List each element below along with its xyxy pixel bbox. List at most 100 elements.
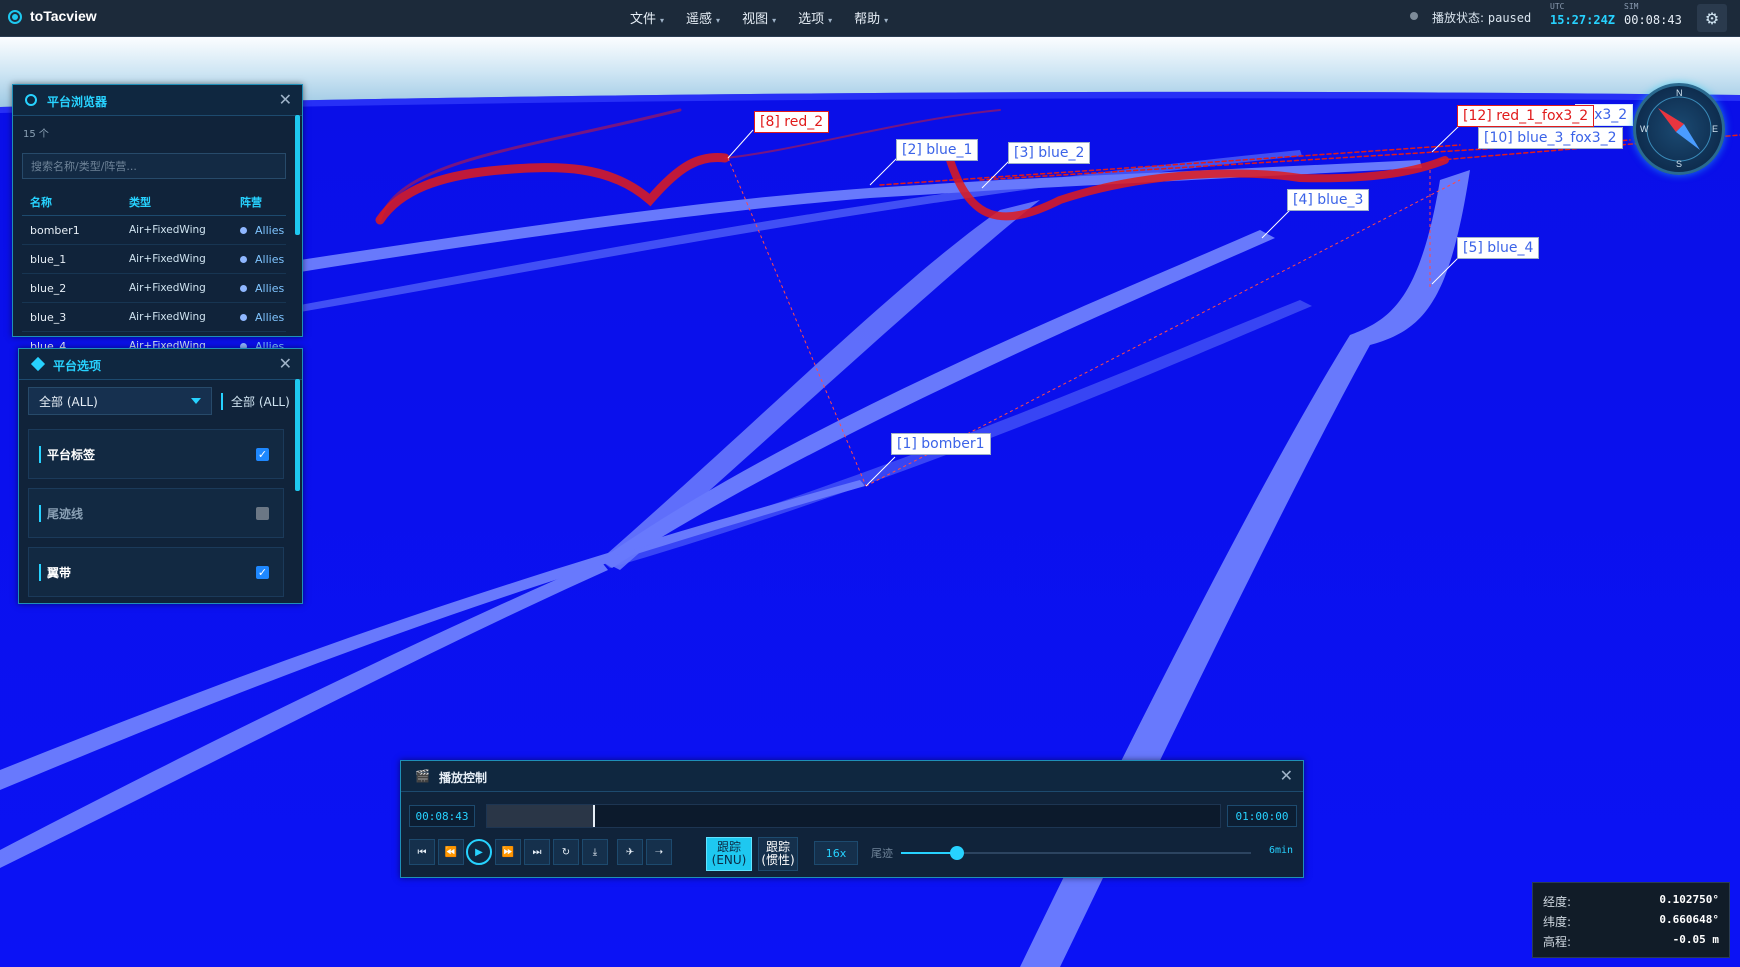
chevron-down-icon: ▾ [660, 16, 665, 25]
table-row[interactable]: bomber1 Air+FixedWing Allies [22, 215, 286, 245]
chevron-down-icon: ▾ [716, 16, 721, 25]
playback-status-value: paused [1487, 11, 1532, 25]
column-faction[interactable]: 阵营 [232, 189, 286, 216]
menu-file-label: 文件 [630, 12, 657, 27]
longitude-row: 经度: 0.102750° [1543, 893, 1719, 910]
status-dot-icon [1410, 12, 1418, 20]
row-faction-label: Allies [255, 252, 285, 266]
table-row[interactable]: blue_1 Air+FixedWing Allies [22, 244, 286, 274]
chevron-down-icon: ▾ [884, 16, 889, 25]
faction-select[interactable]: 全部 (ALL) [28, 387, 212, 415]
playback-status: 播放状态: paused [1432, 9, 1531, 26]
current-time: 00:08:43 [409, 805, 475, 827]
option-label: 尾迹线 [39, 505, 83, 522]
option-trail-lines[interactable]: 尾迹线 [28, 488, 284, 538]
playback-title: 播放控制 [439, 771, 488, 785]
platform-options-header[interactable]: 平台选项 ✕ [19, 349, 302, 380]
tag-blue-1[interactable]: [2] blue_1 [896, 139, 979, 161]
playback-status-label: 播放状态: [1432, 11, 1485, 25]
menu-options[interactable]: 选项 ▾ [798, 8, 832, 27]
checkbox-unchecked[interactable] [256, 507, 269, 520]
app-logo-icon [8, 10, 22, 24]
column-type[interactable]: 类型 [121, 189, 232, 216]
compass[interactable]: N S E W [1633, 83, 1725, 175]
top-bar: toTacview 文件 ▾ 遥感 ▾ 视图 ▾ 选项 ▾ 帮助 ▾ 播放状态: paus… [0, 0, 1740, 37]
speed-button[interactable]: 16x [814, 841, 858, 865]
options-scrollbar[interactable] [295, 379, 300, 491]
aircraft-icon: ✈ [625, 846, 635, 858]
compass-w: W [1640, 124, 1649, 134]
menu-help[interactable]: 帮助 ▾ [854, 8, 888, 27]
altitude-row: 高程: -0.05 m [1543, 933, 1719, 950]
playback-panel: 🎬 播放控制 ✕ 00:08:43 01:00:00 ⏮ ⏪ ▶ ⏩ ⏭ ↻ ⤓… [400, 760, 1304, 878]
faction-select-value: 全部 (ALL) [39, 394, 98, 409]
row-name: blue_3 [22, 302, 121, 332]
tag-bomber1[interactable]: [1] bomber1 [891, 433, 991, 455]
tag-red-2[interactable]: [8] red_2 [754, 111, 830, 133]
menu-file[interactable]: 文件 ▾ [630, 8, 664, 27]
loop-button[interactable]: ↻ [553, 839, 579, 865]
skip-end-button[interactable]: ⏭ [524, 839, 550, 865]
trail-slider-knob[interactable] [950, 846, 964, 860]
row-type: Air+FixedWing [121, 302, 232, 332]
view-aircraft-button[interactable]: ✈ [617, 839, 643, 865]
download-button[interactable]: ⤓ [582, 839, 608, 865]
table-header-row: 名称 类型 阵营 [22, 189, 286, 216]
checkbox-checked[interactable]: ✓ [256, 448, 269, 461]
platform-browser-panel: 平台浏览器 ✕ 15 个 名称 类型 阵营 bomber1Air+FixedWi… [12, 84, 303, 361]
row-name: blue_1 [22, 244, 121, 274]
table-row[interactable]: blue_3 Air+FixedWing Allies [22, 302, 286, 332]
row-faction-label: Allies [255, 281, 285, 295]
step-back-button[interactable]: ⏪ [438, 839, 464, 865]
row-type: Air+FixedWing [121, 273, 232, 303]
tag-blue-4[interactable]: [5] blue_4 [1457, 237, 1540, 259]
close-icon[interactable]: ✕ [279, 354, 292, 373]
follow-enu-button[interactable]: 跟踪 (ENU) [706, 837, 752, 871]
loop-icon: ↻ [561, 846, 571, 858]
tag-red-1-fox3-2[interactable]: [12] red_1_fox3_2 [1457, 105, 1595, 127]
column-name[interactable]: 名称 [22, 189, 121, 216]
compass-s: S [1676, 159, 1683, 169]
row-faction: Allies [232, 215, 286, 245]
menu-view[interactable]: 视图 ▾ [742, 8, 776, 27]
fast-forward-icon: ⏩ [501, 846, 515, 858]
altitude-label: 高程: [1543, 935, 1572, 949]
option-wing-ribbons[interactable]: 翼带 ✓ [28, 547, 284, 597]
close-icon[interactable]: ✕ [1280, 766, 1293, 785]
follow-inertial-button[interactable]: 跟踪 (惯性) [758, 837, 798, 871]
table-row[interactable]: blue_2 Air+FixedWing Allies [22, 273, 286, 303]
row-type: Air+FixedWing [121, 215, 232, 245]
option-label: 平台标签 [39, 446, 95, 463]
settings-button[interactable]: ⚙ [1697, 4, 1727, 32]
menu-telemetry[interactable]: 遥感 ▾ [686, 8, 720, 27]
faction-dot-icon [240, 314, 247, 321]
checkbox-checked[interactable]: ✓ [256, 566, 269, 579]
row-name: bomber1 [22, 215, 121, 245]
option-platform-labels[interactable]: 平台标签 ✓ [28, 429, 284, 479]
row-faction: Allies [232, 302, 286, 332]
skip-end-icon: ⏭ [532, 846, 542, 858]
platform-scrollbar[interactable] [295, 115, 300, 235]
timeline-playhead[interactable] [593, 805, 596, 827]
latitude-label: 纬度: [1543, 915, 1572, 929]
faction-dot-icon [240, 227, 247, 234]
step-forward-button[interactable]: ⏩ [495, 839, 521, 865]
aircraft-side-icon: ➝ [654, 846, 664, 858]
view-aircraft-side-button[interactable]: ➝ [646, 839, 672, 865]
tag-blue-3-fox3-2[interactable]: [10] blue_3_fox3_2 [1478, 127, 1623, 149]
tag-blue-3[interactable]: [4] blue_3 [1287, 189, 1370, 211]
tag-blue-2[interactable]: [3] blue_2 [1008, 142, 1091, 164]
timeline-slider[interactable] [486, 804, 1221, 828]
row-name: blue_2 [22, 273, 121, 303]
row-faction: Allies [232, 273, 286, 303]
main-menu: 文件 ▾ 遥感 ▾ 视图 ▾ 选项 ▾ 帮助 ▾ [630, 8, 888, 27]
utc-caption: UTC [1550, 2, 1565, 11]
skip-start-button[interactable]: ⏮ [409, 839, 435, 865]
timeline-progress [487, 805, 594, 827]
play-button[interactable]: ▶ [466, 839, 492, 865]
gear-icon: ⚙ [1704, 8, 1720, 28]
trail-value: 6min [1269, 845, 1294, 856]
playback-header[interactable]: 🎬 播放控制 ✕ [401, 761, 1303, 792]
chevron-down-icon: ▾ [828, 16, 833, 25]
platform-options-panel: 平台选项 ✕ 全部 (ALL) 全部 (ALL) 平台标签 ✓ 尾迹线 翼带 ✓ [18, 348, 303, 604]
